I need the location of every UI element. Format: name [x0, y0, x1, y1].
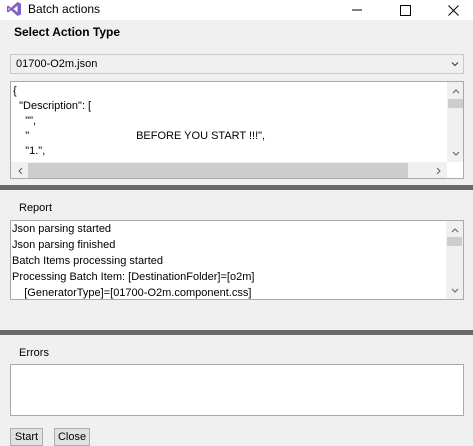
report-vertical-scrollbar[interactable]	[446, 221, 463, 299]
dropdown-selected-value: 01700-O2m.json	[16, 58, 98, 70]
scroll-down-arrow[interactable]	[447, 145, 463, 162]
scroll-down-arrow[interactable]	[446, 282, 463, 299]
chevron-down-icon	[451, 288, 458, 293]
scroll-right-arrow[interactable]	[430, 162, 447, 178]
visual-studio-icon	[6, 1, 22, 17]
scroll-left-arrow[interactable]	[11, 162, 28, 178]
json-vertical-scrollbar[interactable]	[447, 82, 463, 162]
json-line: " BEFORE YOU START !!!",	[13, 130, 266, 142]
splitter[interactable]	[0, 185, 473, 190]
maximize-icon	[399, 4, 411, 16]
report-textbox[interactable]: Json parsing started Json parsing finish…	[10, 220, 464, 300]
select-action-heading: Select Action Type	[14, 25, 121, 39]
scroll-thumb[interactable]	[448, 99, 463, 108]
report-label: Report	[19, 202, 53, 214]
minimize-icon	[352, 9, 362, 11]
chevron-down-icon	[451, 62, 459, 67]
scroll-thumb[interactable]	[447, 237, 462, 246]
json-horizontal-scrollbar[interactable]	[11, 162, 447, 178]
report-line: Batch Items processing started	[12, 255, 164, 267]
json-line: "",	[13, 115, 37, 127]
report-line: Processing Batch Item: [DestinationFolde…	[12, 271, 255, 283]
minimize-button[interactable]	[340, 0, 374, 20]
json-line: "1.",	[13, 145, 46, 157]
scroll-up-arrow[interactable]	[447, 82, 463, 99]
chevron-left-icon	[17, 167, 22, 174]
close-icon	[447, 4, 459, 16]
errors-label: Errors	[19, 347, 49, 359]
close-button[interactable]: Close	[54, 428, 90, 446]
chevron-down-icon	[452, 151, 459, 156]
report-line: Json parsing started	[12, 223, 112, 235]
action-type-dropdown[interactable]: 01700-O2m.json	[10, 54, 464, 74]
maximize-button[interactable]	[388, 0, 422, 20]
splitter[interactable]	[0, 330, 473, 335]
start-button[interactable]: Start	[10, 428, 43, 446]
chevron-up-icon	[452, 88, 459, 93]
report-line: [GeneratorType]=[01700-O2m.component.css…	[12, 287, 252, 299]
chevron-up-icon	[451, 227, 458, 232]
json-line: "Description": [	[13, 100, 92, 112]
scroll-thumb[interactable]	[28, 163, 408, 178]
report-line: Json parsing finished	[12, 239, 116, 251]
scroll-up-arrow[interactable]	[446, 221, 463, 238]
errors-textbox[interactable]	[10, 364, 464, 416]
close-window-button[interactable]	[436, 0, 470, 20]
json-editor[interactable]: { "Description": [ "", " BEFORE YOU STAR…	[10, 81, 464, 179]
window-title: Batch actions	[28, 2, 101, 16]
json-line: {	[13, 85, 17, 97]
chevron-right-icon	[436, 167, 441, 174]
